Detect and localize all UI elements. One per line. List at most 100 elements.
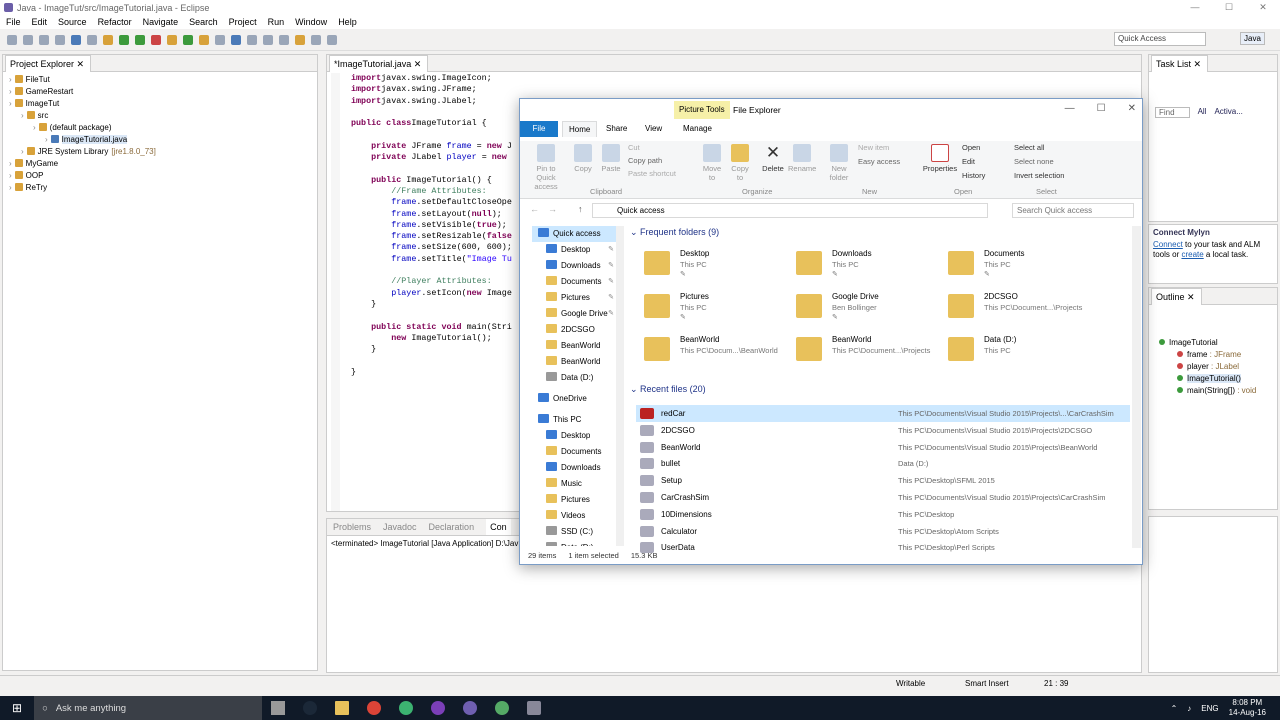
frequent-folder-tile[interactable]: Downloads This PC ✎ [796, 249, 946, 285]
nav-item[interactable]: Music [532, 476, 616, 492]
search-icon[interactable] [215, 34, 225, 45]
nav-item[interactable]: Desktop [532, 428, 616, 444]
skip-icon[interactable] [87, 34, 97, 45]
tab-home[interactable]: Home [562, 121, 598, 137]
menu-navigate[interactable]: Navigate [143, 17, 179, 27]
rename-button[interactable]: Rename [788, 144, 816, 173]
quick-access-input[interactable]: Quick Access [1114, 32, 1206, 46]
recent-file-row[interactable]: Calculator This PC\Desktop\Atom Scripts [636, 523, 1130, 540]
frequent-folder-tile[interactable]: Documents This PC ✎ [948, 249, 1098, 285]
menu-project[interactable]: Project [229, 17, 257, 27]
address-bar[interactable]: Quick access [592, 203, 988, 218]
tab-project-explorer[interactable]: Project Explorer ✕ [5, 55, 92, 72]
tree-item[interactable]: › (default package) [3, 122, 317, 134]
nav-item[interactable]: SSD (C:) [532, 524, 616, 540]
clock[interactable]: 8:08 PM 14-Aug-16 [1229, 698, 1266, 718]
paste-button[interactable]: Paste [600, 144, 622, 173]
tree-item[interactable]: › FileTut [3, 74, 317, 86]
frequent-folder-tile[interactable]: Desktop This PC ✎ [644, 249, 794, 285]
content-scrollbar[interactable] [1132, 226, 1141, 548]
mylyn-connect-link[interactable]: Connect [1153, 240, 1183, 249]
code-area[interactable]: importjavax.swing.ImageIcon; importjavax.… [351, 73, 512, 378]
task-find-input[interactable]: Find [1155, 107, 1190, 118]
frequent-folder-tile[interactable]: Data (D:) This PC [948, 335, 1098, 371]
tree-item[interactable]: › OOP [3, 170, 317, 182]
history-button[interactable]: History [962, 171, 985, 180]
recent-file-row[interactable]: UserData This PC\Desktop\Perl Scripts [636, 539, 1130, 556]
next-annotation-icon[interactable] [279, 34, 289, 45]
task-activate-link[interactable]: Activa... [1214, 107, 1242, 118]
nav-item[interactable]: Data (D:) [532, 540, 616, 546]
windows-start-icon[interactable]: ⊞ [12, 701, 22, 715]
prev-annotation-icon[interactable] [263, 34, 273, 45]
expand-arrow-icon[interactable]: › [33, 123, 36, 132]
language-indicator[interactable]: ENG [1201, 704, 1218, 713]
frequent-folder-tile[interactable]: Google Drive Ben Bollinger ✎ [796, 292, 946, 328]
pin-quick-access-button[interactable]: Pin to Quick access [526, 144, 566, 191]
recent-files-header[interactable]: ⌄ Recent files (20) [630, 384, 706, 395]
open-type-icon[interactable] [199, 34, 209, 45]
nav-item[interactable]: Documents ✎ [532, 274, 616, 290]
select-all-button[interactable]: Select all [1014, 143, 1044, 152]
expand-arrow-icon[interactable]: › [45, 135, 48, 144]
tab-outline[interactable]: Outline ✕ [1151, 288, 1202, 305]
recent-file-row[interactable]: CarCrashSim This PC\Documents\Visual Stud… [636, 489, 1130, 506]
move-to-button[interactable]: Move to [700, 144, 724, 182]
menu-edit[interactable]: Edit [32, 17, 48, 27]
toggle-mark-icon[interactable] [231, 34, 241, 45]
properties-button[interactable]: Properties [922, 144, 958, 173]
nav-item[interactable]: BeanWorld [532, 338, 616, 354]
back-icon[interactable]: ← [530, 204, 539, 214]
up-icon[interactable]: ↑ [578, 204, 583, 214]
new-icon[interactable] [7, 34, 17, 45]
menu-window[interactable]: Window [295, 17, 327, 27]
nav-item[interactable]: Data (D:) [532, 370, 616, 386]
recent-file-row[interactable]: BeanWorld This PC\Documents\Visual Studio… [636, 439, 1130, 456]
expand-arrow-icon[interactable]: › [9, 75, 12, 84]
new-class-icon[interactable] [183, 34, 193, 45]
tree-item[interactable]: › MyGame [3, 158, 317, 170]
tab-javadoc[interactable]: Javadoc [383, 519, 417, 535]
expand-arrow-icon[interactable]: › [9, 99, 12, 108]
maximize-button[interactable]: ☐ [1212, 0, 1246, 15]
outline-item[interactable]: frame : JFrame [1149, 349, 1277, 361]
delete-button[interactable]: ✕ Delete [760, 144, 786, 174]
expand-arrow-icon[interactable]: › [21, 147, 24, 156]
paste-shortcut-button[interactable]: Paste shortcut [628, 169, 676, 178]
frequent-folder-tile[interactable]: 2DCSGO This PC\Document...\Projects [948, 292, 1098, 328]
visual-studio-icon[interactable] [431, 701, 446, 715]
tree-item[interactable]: › JRE System Library [jre1.8.0_73] [3, 146, 317, 158]
new-item-button[interactable]: New item [858, 143, 889, 152]
new-package-icon[interactable] [167, 34, 177, 45]
mylyn-create-link[interactable]: create [1181, 250, 1203, 259]
recent-file-row[interactable]: Setup This PC\Desktop\SFML 2015 [636, 472, 1130, 489]
easy-access-button[interactable]: Easy access [858, 157, 900, 166]
copy-button[interactable]: Copy [572, 144, 594, 173]
tab-share[interactable]: Share [606, 124, 627, 133]
frequent-folder-tile[interactable]: Pictures This PC ✎ [644, 292, 794, 328]
search-box[interactable]: Search Quick access [1012, 203, 1134, 218]
file-tab[interactable]: File [520, 121, 558, 137]
nav-item[interactable]: This PC [532, 412, 616, 428]
atom-icon[interactable] [495, 701, 510, 715]
debug-icon[interactable] [71, 34, 81, 45]
menu-file[interactable]: File [6, 17, 21, 27]
task-filter-all[interactable]: All [1198, 107, 1207, 118]
cut-button[interactable]: Cut [628, 143, 640, 152]
tree-item[interactable]: › src [3, 110, 317, 122]
recent-file-row[interactable]: 10Dimensions This PC\Desktop [636, 506, 1130, 523]
nav-item[interactable]: BeanWorld [532, 354, 616, 370]
save-all-icon[interactable] [39, 34, 49, 45]
menu-search[interactable]: Search [189, 17, 218, 27]
recent-file-row[interactable]: 2DCSGO This PC\Documents\Visual Studio 20… [636, 422, 1130, 439]
tree-item[interactable]: › ReTry [3, 182, 317, 194]
frequent-folder-tile[interactable]: BeanWorld This PC\Document...\Projects [796, 335, 946, 371]
copy-to-button[interactable]: Copy to [728, 144, 752, 182]
tree-item[interactable]: › ImageTut [3, 98, 317, 110]
copy-path-button[interactable]: Copy path [628, 156, 662, 165]
menu-run[interactable]: Run [268, 17, 285, 27]
chrome-icon[interactable] [367, 701, 382, 715]
expand-arrow-icon[interactable]: › [9, 171, 12, 180]
back-icon[interactable] [295, 34, 305, 45]
edit-button[interactable]: Edit [962, 157, 975, 166]
